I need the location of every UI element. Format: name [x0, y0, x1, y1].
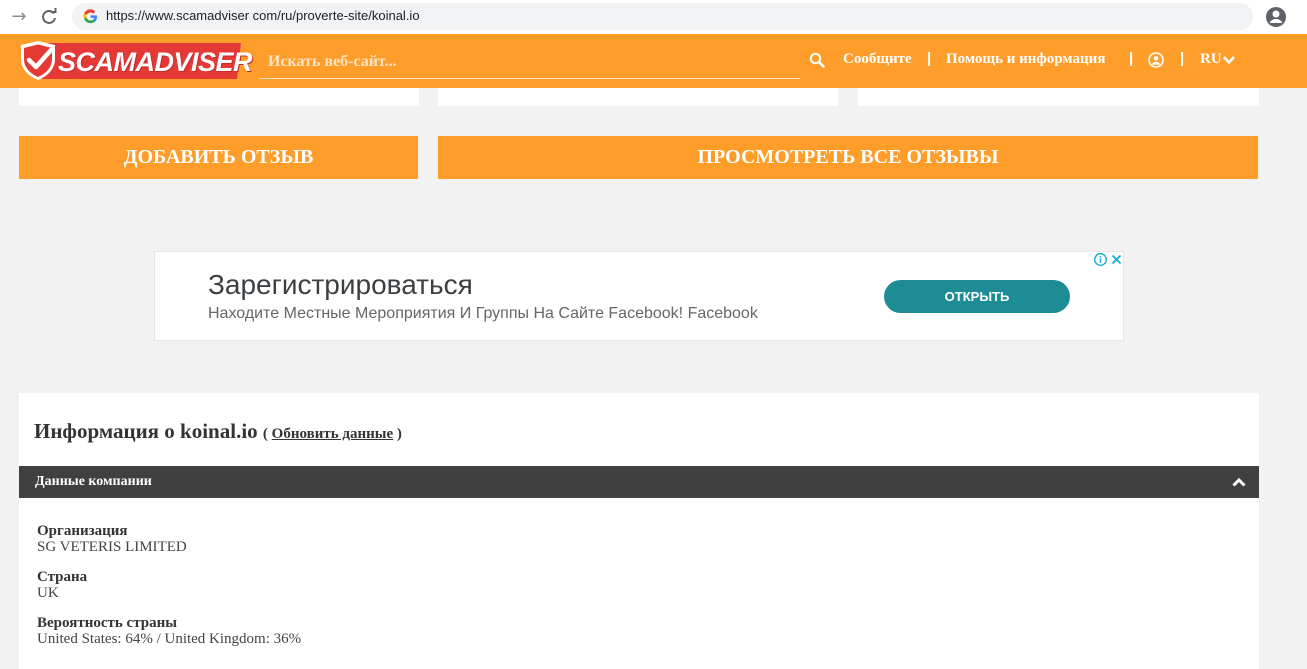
refresh-wrapper: ( Обновить данные )	[263, 426, 402, 442]
chevron-up-icon[interactable]	[1231, 476, 1247, 488]
field-label-organization: Организация	[37, 523, 128, 539]
field-value-country: UK	[37, 585, 59, 601]
ad-info-icon[interactable]	[1093, 252, 1108, 267]
field-value-country-probability: United States: 64% / United Kingdom: 36%	[37, 631, 302, 647]
site-info-panel: Информация о koinal.io ( Обновить данные…	[19, 393, 1259, 669]
chevron-down-icon[interactable]	[1222, 54, 1236, 66]
view-all-reviews-button[interactable]: ПРОСМОТРЕТЬ ВСЕ ОТЗЫВЫ	[438, 136, 1258, 179]
refresh-paren: )	[393, 426, 402, 442]
card-stub	[19, 88, 419, 106]
profile-icon[interactable]	[1265, 6, 1287, 28]
logo-text: SCAMADVISER	[58, 47, 253, 77]
field-label-country-probability: Вероятность страны	[37, 615, 177, 631]
info-heading: Информация о koinal.io	[34, 419, 258, 443]
nav-separator: |	[1180, 50, 1185, 67]
browser-toolbar: → https://www.scamadviser com/ru/provert…	[0, 0, 1307, 34]
ad-open-button[interactable]: ОТКРЫТЬ	[884, 280, 1070, 313]
address-bar[interactable]: https://www.scamadviser com/ru/proverte-…	[72, 3, 1253, 30]
company-data-accordion[interactable]: Данные компании	[19, 466, 1259, 498]
reload-icon[interactable]	[38, 6, 60, 28]
scamadviser-logo[interactable]: SCAMADVISER	[18, 40, 253, 82]
nav-separator: |	[1129, 50, 1134, 67]
language-selector[interactable]: RU	[1200, 51, 1222, 68]
card-stub	[858, 88, 1259, 106]
search-icon[interactable]	[809, 52, 825, 68]
url-text: https://www.scamadviser com/ru/proverte-…	[106, 8, 420, 23]
field-value-organization: SG VETERIS LIMITED	[37, 539, 187, 555]
nav-help-link[interactable]: Помощь и информация	[946, 51, 1105, 68]
ad-close-icon[interactable]	[1109, 252, 1124, 267]
user-icon[interactable]	[1148, 52, 1164, 68]
add-review-button[interactable]: ДОБАВИТЬ ОТЗЫВ	[19, 136, 418, 179]
google-icon	[83, 9, 98, 24]
field-label-country: Страна	[37, 569, 88, 585]
site-header: SCAMADVISER Сообщите | Помощь и информац…	[0, 34, 1307, 88]
nav-separator: |	[927, 50, 932, 67]
ad-banner[interactable]: Зарегистрироваться Находите Местные Меро…	[154, 251, 1124, 341]
nav-report-link[interactable]: Сообщите	[843, 51, 912, 68]
ad-subtitle: Находите Местные Мероприятия И Группы На…	[208, 305, 758, 322]
ad-title[interactable]: Зарегистрироваться	[208, 269, 473, 301]
info-title: Информация о koinal.io ( Обновить данные…	[34, 419, 402, 444]
section-title: Данные компании	[35, 474, 152, 489]
search-input[interactable]	[259, 45, 800, 79]
back-arrow-icon[interactable]: →	[8, 6, 30, 28]
refresh-data-link[interactable]: Обновить данные	[272, 426, 393, 442]
card-stub	[438, 88, 838, 106]
refresh-paren: (	[262, 426, 272, 442]
